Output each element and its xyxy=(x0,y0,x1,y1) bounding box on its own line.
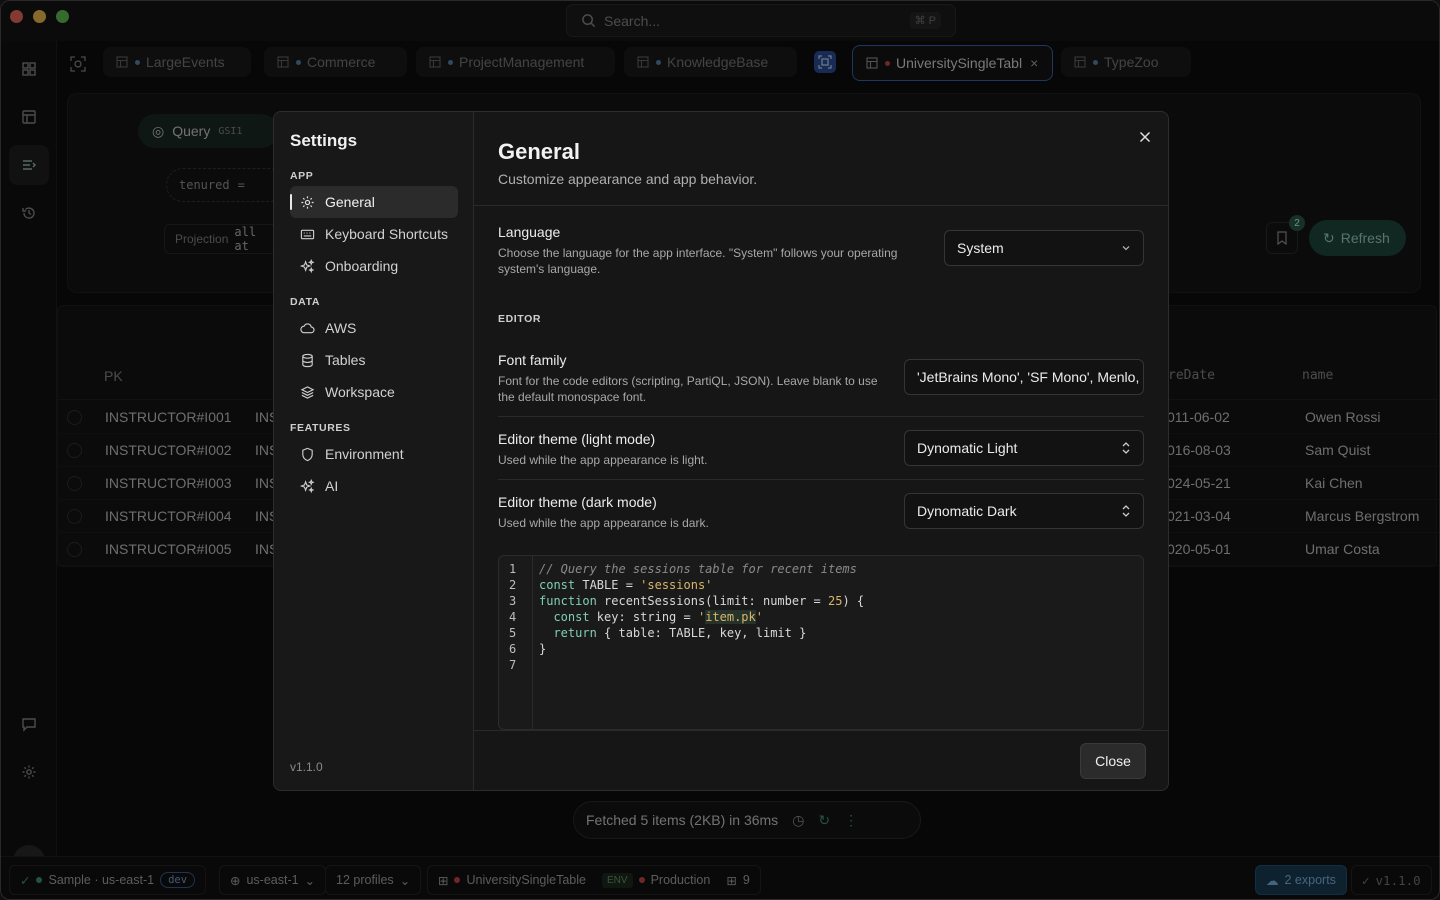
font-family-description: Font for the code editors (scripting, Pa… xyxy=(498,374,878,404)
settings-version: v1.1.0 xyxy=(290,760,323,774)
database-icon xyxy=(302,353,313,367)
code-token: recentSessions(limit: number = xyxy=(596,594,828,608)
section-data: DATA xyxy=(290,296,321,308)
dark-theme-label: Editor theme (dark mode) xyxy=(498,494,657,510)
code-token: item.pk xyxy=(705,610,756,624)
code-token: } xyxy=(539,642,547,656)
section-app: APP xyxy=(290,170,314,182)
sidebar-item-label: AWS xyxy=(325,320,357,336)
light-theme-description: Used while the app appearance is light. xyxy=(498,453,708,467)
keyboard-icon xyxy=(300,229,315,239)
language-setting: Language Choose the language for the app… xyxy=(498,224,918,277)
page-subtitle: Customize appearance and app behavior. xyxy=(498,171,758,187)
close-icon[interactable] xyxy=(1134,126,1156,148)
code-token: return xyxy=(553,626,597,640)
sidebar-item-label: AI xyxy=(325,478,339,494)
line-number-gutter: 1 2 3 4 5 6 7 xyxy=(499,556,533,729)
sparkles-icon xyxy=(300,478,315,493)
code-token: function xyxy=(539,594,597,608)
settings-title: Settings xyxy=(290,131,358,150)
sidebar-item-label: Keyboard Shortcuts xyxy=(325,226,448,242)
sidebar-item-general[interactable]: General xyxy=(290,186,458,218)
code-line: const key: string = 'item.pk' xyxy=(539,609,864,625)
dark-theme-setting: Editor theme (dark mode) Used while the … xyxy=(498,494,888,531)
chevron-updown-icon xyxy=(1121,441,1131,455)
divider xyxy=(498,416,1144,417)
dark-theme-select[interactable]: Dynomatic Dark xyxy=(904,493,1144,529)
chevron-down-icon xyxy=(1121,243,1131,253)
dark-theme-value: Dynomatic Dark xyxy=(917,503,1017,519)
shield-icon xyxy=(302,447,313,461)
gear-icon xyxy=(301,195,314,209)
line-number: 3 xyxy=(509,594,517,608)
sidebar-item-label: Tables xyxy=(325,352,366,368)
close-button[interactable]: Close xyxy=(1080,743,1146,779)
settings-sidebar: Settings APP General Keyboard Shortcuts … xyxy=(274,112,474,790)
code-line: } xyxy=(539,641,864,657)
code-preview: 1 2 3 4 5 6 7 // Query the sessions tabl… xyxy=(498,555,1144,730)
code-line: // Query the sessions table for recent i… xyxy=(539,561,864,577)
code-token: { table: TABLE, key, limit } xyxy=(596,626,807,640)
sidebar-item-tables[interactable]: Tables xyxy=(290,344,458,376)
cloud-icon xyxy=(300,322,315,333)
sidebar-item-aws[interactable]: AWS xyxy=(290,312,458,344)
editor-section-label: EDITOR xyxy=(498,313,542,325)
code-token: const xyxy=(553,610,590,624)
settings-dialog: Settings APP General Keyboard Shortcuts … xyxy=(273,111,1169,791)
font-family-label: Font family xyxy=(498,352,567,368)
layers-icon xyxy=(300,385,315,399)
sidebar-item-label: General xyxy=(325,194,375,210)
font-family-input[interactable]: 'JetBrains Mono', 'SF Mono', Menlo, xyxy=(904,359,1144,395)
sparkles-icon xyxy=(300,258,315,273)
divider xyxy=(498,479,1144,480)
code-line: const TABLE = 'sessions' xyxy=(539,577,864,593)
code-token: 'sessions' xyxy=(640,578,713,592)
settings-footer: Close xyxy=(474,730,1168,790)
language-label: Language xyxy=(498,224,561,240)
line-number: 7 xyxy=(509,658,517,672)
code-line: return { table: TABLE, key, limit } xyxy=(539,625,864,641)
dark-theme-description: Used while the app appearance is dark. xyxy=(498,516,709,530)
line-number: 1 xyxy=(509,562,517,576)
language-select[interactable]: System xyxy=(944,230,1144,266)
font-family-value: 'JetBrains Mono', 'SF Mono', Menlo, xyxy=(917,369,1140,385)
code-token: // Query the sessions table for recent i… xyxy=(539,562,857,576)
sidebar-item-label: Onboarding xyxy=(325,258,399,274)
code-lines: // Query the sessions table for recent i… xyxy=(539,561,864,673)
settings-content: General Customize appearance and app beh… xyxy=(474,112,1168,790)
page-title: General xyxy=(498,139,580,164)
light-theme-select[interactable]: Dynomatic Light xyxy=(904,430,1144,466)
sidebar-item-environment[interactable]: Environment xyxy=(290,438,458,470)
sidebar-item-label: Workspace xyxy=(325,384,395,400)
sidebar-item-onboarding[interactable]: Onboarding xyxy=(290,250,458,282)
app-window: Search... ⌘ P DU Larg xyxy=(0,0,1440,900)
code-token: 25 xyxy=(827,594,843,608)
divider xyxy=(474,205,1168,206)
language-description: Choose the language for the app interfac… xyxy=(498,246,898,276)
sidebar-item-ai[interactable]: AI xyxy=(290,470,458,502)
language-value: System xyxy=(957,240,1004,256)
line-number: 6 xyxy=(509,642,517,656)
light-theme-label: Editor theme (light mode) xyxy=(498,431,656,447)
code-token: const xyxy=(539,578,576,592)
line-number: 4 xyxy=(509,610,517,624)
sidebar-item-label: Environment xyxy=(325,446,404,462)
code-token: key: string = xyxy=(589,610,698,624)
code-token: ' xyxy=(755,610,763,624)
sidebar-item-workspace[interactable]: Workspace xyxy=(290,376,458,408)
font-family-setting: Font family Font for the code editors (s… xyxy=(498,352,888,405)
light-theme-value: Dynomatic Light xyxy=(917,440,1018,456)
chevron-updown-icon xyxy=(1121,504,1131,518)
code-token: ) { xyxy=(842,594,865,608)
sidebar-item-keyboard-shortcuts[interactable]: Keyboard Shortcuts xyxy=(290,218,458,250)
code-token: TABLE = xyxy=(575,578,641,592)
line-number: 2 xyxy=(509,578,517,592)
code-line: function recentSessions(limit: number = … xyxy=(539,593,864,609)
light-theme-setting: Editor theme (light mode) Used while the… xyxy=(498,431,888,468)
section-features: FEATURES xyxy=(290,422,351,434)
line-number: 5 xyxy=(509,626,517,640)
